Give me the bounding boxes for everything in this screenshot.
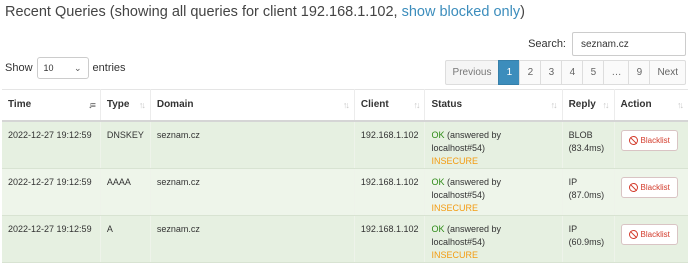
ban-icon: [628, 135, 638, 145]
blacklist-label: Blacklist: [640, 229, 670, 239]
dnssec-status: INSECURE: [431, 249, 478, 260]
cell-domain[interactable]: seznam.cz: [150, 215, 355, 263]
reply-type: IP: [568, 176, 578, 187]
cell-client: 192.168.1.102: [354, 168, 426, 216]
cell-time: 2022-12-27 19:12:59: [2, 120, 101, 169]
cell-domain[interactable]: seznam.cz: [150, 168, 355, 216]
blacklist-label: Blacklist: [640, 182, 670, 192]
entries-select[interactable]: 10 ⌄: [36, 57, 89, 79]
reply-time: (83.4ms): [568, 142, 605, 153]
page-button-2[interactable]: 2: [519, 60, 542, 85]
blacklist-button[interactable]: Blacklist: [620, 176, 678, 198]
cell-reply: IP (60.9ms): [562, 215, 615, 263]
cell-time: 2022-12-27 19:12:59: [2, 168, 101, 216]
search-box: Search:: [528, 32, 686, 56]
ban-icon: [628, 229, 638, 239]
title-suffix: ): [520, 4, 525, 20]
title-text: Recent Queries (showing all queries for …: [5, 4, 398, 20]
cell-reply: BLOB (83.4ms): [562, 120, 615, 169]
cell-reply: IP (87.0ms): [562, 168, 615, 216]
column-header-action[interactable]: Action ↑↓: [614, 89, 688, 122]
cell-action: Blacklist: [614, 168, 688, 216]
search-input[interactable]: [572, 32, 686, 56]
cell-action: Blacklist: [614, 215, 688, 263]
show-label: Show: [5, 62, 33, 74]
sort-arrows-icon: ↑↓: [677, 100, 684, 110]
page-button-1[interactable]: 1: [498, 60, 521, 85]
table-row: 2022-12-27 19:12:59 DNSKEY seznam.cz 192…: [2, 120, 688, 169]
previous-page-button[interactable]: Previous: [444, 60, 500, 85]
dnssec-status: INSECURE: [431, 202, 478, 213]
column-header-client[interactable]: Client ↑↓: [354, 89, 426, 122]
page-button-5[interactable]: 5: [582, 60, 605, 85]
page-button-4[interactable]: 4: [561, 60, 584, 85]
entries-length: Show 10 ⌄ entries: [5, 57, 126, 79]
page-title: Recent Queries (showing all queries for …: [5, 4, 525, 20]
cell-domain[interactable]: seznam.cz: [150, 120, 355, 169]
blacklist-button[interactable]: Blacklist: [620, 223, 678, 245]
blacklist-button[interactable]: Blacklist: [620, 129, 678, 151]
cell-type: DNSKEY: [100, 120, 151, 169]
pagination: Previous 1 2 3 4 5 … 9 Next: [444, 60, 686, 85]
reply-type: IP: [568, 223, 578, 234]
cell-type: AAAA: [100, 168, 151, 216]
status-ok: OK: [431, 176, 445, 187]
sort-numeric-down-icon: ↓≡: [88, 100, 96, 110]
show-blocked-only-link[interactable]: show blocked only: [402, 4, 521, 20]
table-row: 2022-12-27 19:12:59 A seznam.cz 192.168.…: [2, 215, 688, 263]
column-header-time[interactable]: Time ↓≡: [2, 89, 101, 122]
ban-icon: [628, 182, 638, 192]
column-header-status[interactable]: Status ↑↓: [424, 89, 563, 122]
queries-table: Time ↓≡ Type ↑↓ Domain ↑↓ Client ↑↓ Status ↑↓…: [2, 89, 688, 263]
page-button-3[interactable]: 3: [540, 60, 563, 85]
search-label: Search:: [528, 38, 566, 50]
chevron-down-icon: ⌄: [73, 62, 82, 73]
cell-time: 2022-12-27 19:12:59: [2, 215, 101, 263]
cell-action: Blacklist: [614, 120, 688, 169]
sort-arrows-icon: ↑↓: [413, 100, 420, 110]
dnssec-status: INSECURE: [431, 155, 478, 166]
column-header-type[interactable]: Type ↑↓: [100, 89, 151, 122]
column-header-reply[interactable]: Reply ↑↓: [562, 89, 615, 122]
table-header-row: Time ↓≡ Type ↑↓ Domain ↑↓ Client ↑↓ Status ↑↓…: [2, 89, 688, 122]
reply-time: (87.0ms): [568, 189, 605, 200]
reply-type: BLOB: [568, 129, 593, 140]
next-page-button[interactable]: Next: [649, 60, 686, 85]
entries-label: entries: [92, 62, 126, 74]
sort-arrows-icon: ↑↓: [138, 100, 146, 110]
cell-status: OK (answered by localhost#54) INSECURE: [424, 215, 563, 263]
page-button-9[interactable]: 9: [628, 60, 651, 85]
entries-selected-value: 10: [43, 63, 54, 73]
sort-arrows-icon: ↑↓: [550, 100, 558, 110]
page-ellipsis: …: [603, 60, 630, 85]
cell-client: 192.168.1.102: [354, 215, 426, 263]
status-ok: OK: [431, 129, 445, 140]
cell-status: OK (answered by localhost#54) INSECURE: [424, 168, 563, 216]
cell-type: A: [100, 215, 151, 263]
column-header-domain[interactable]: Domain ↑↓: [150, 89, 355, 122]
reply-time: (60.9ms): [568, 236, 605, 247]
table-row: 2022-12-27 19:12:59 AAAA seznam.cz 192.1…: [2, 168, 688, 216]
sort-arrows-icon: ↑↓: [342, 100, 350, 110]
status-ok: OK: [431, 223, 445, 234]
sort-arrows-icon: ↑↓: [602, 100, 610, 110]
cell-client: 192.168.1.102: [354, 120, 426, 169]
cell-status: OK (answered by localhost#54) INSECURE: [424, 120, 563, 169]
blacklist-label: Blacklist: [640, 135, 670, 145]
